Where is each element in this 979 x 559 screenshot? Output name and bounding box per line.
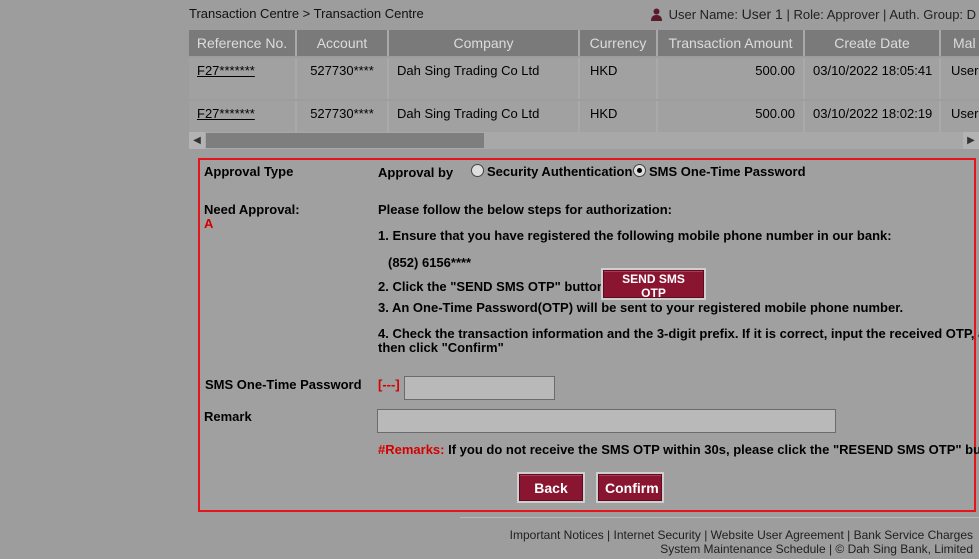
footer-links[interactable]: Important Notices | Internet Security | … <box>510 528 973 542</box>
footer-divider <box>460 517 979 518</box>
company-cell: Dah Sing Trading Co Ltd <box>388 58 580 99</box>
maker-cell: User <box>940 58 979 99</box>
remark-label: Remark <box>204 409 252 424</box>
scroll-right-icon[interactable]: ▶ <box>963 132 979 149</box>
approval-by-label: Approval by <box>378 165 454 180</box>
step-4-line-2: then click "Confirm" <box>378 340 504 355</box>
back-button[interactable]: Back <box>519 474 583 501</box>
need-approval-label: Need Approval: <box>204 202 300 217</box>
transaction-table: Reference No. Account Company Currency T… <box>189 30 979 142</box>
col-header-account[interactable]: Account <box>296 30 389 56</box>
account-cell: 527730**** <box>296 58 389 99</box>
step-4-line-1: 4. Check the transaction information and… <box>378 326 979 341</box>
otp-label: SMS One-Time Password <box>205 377 362 392</box>
role-info: | Role: Approver | Auth. Group: D <box>786 7 977 22</box>
remarks-text: If you do not receive the SMS OTP within… <box>448 442 979 457</box>
approval-panel: Approval Type Approval by Security Authe… <box>198 158 979 512</box>
reference-link[interactable]: F27******* <box>197 63 255 78</box>
col-header-create-date[interactable]: Create Date <box>804 30 941 56</box>
table-header-row: Reference No. Account Company Currency T… <box>189 30 979 56</box>
approval-type-label: Approval Type <box>204 164 294 179</box>
confirm-button[interactable]: Confirm <box>598 474 662 501</box>
user-icon <box>651 8 662 21</box>
radio-selected-icon[interactable] <box>633 164 646 177</box>
step-2: 2. Click the "SEND SMS OTP" button <box>378 279 605 294</box>
radio-circle-icon[interactable] <box>471 164 484 177</box>
remarks-note: #Remarks: If you do not receive the SMS … <box>378 442 979 457</box>
phone-number: (852) 6156**** <box>388 255 472 270</box>
step-3: 3. An One-Time Password(OTP) will be sen… <box>378 300 904 315</box>
step-1: 1. Ensure that you have registered the f… <box>378 228 892 243</box>
otp-input[interactable] <box>404 376 555 400</box>
amount-cell: 500.00 <box>657 58 805 99</box>
date-cell: 03/10/2022 18:05:41 <box>804 58 941 99</box>
radio-security-authentication[interactable]: Security Authentication <box>471 164 632 179</box>
remark-input[interactable] <box>377 409 836 433</box>
col-header-currency[interactable]: Currency <box>579 30 658 56</box>
table-row: F27******* 527730**** Dah Sing Trading C… <box>189 58 979 99</box>
horizontal-scrollbar[interactable]: ◀ ▶ <box>189 132 979 149</box>
remarks-label: #Remarks: <box>378 442 445 457</box>
scroll-left-icon[interactable]: ◀ <box>189 132 205 149</box>
user-info: User Name: User 1 | Role: Approver | Aut… <box>651 6 976 22</box>
need-approval-value: A <box>204 216 214 231</box>
col-header-maker[interactable]: Mal <box>940 30 979 56</box>
col-header-amount[interactable]: Transaction Amount <box>657 30 805 56</box>
user-name-label: User Name: <box>668 7 738 22</box>
col-header-reference[interactable]: Reference No. <box>189 30 297 56</box>
breadcrumb: Transaction Centre > Transaction Centre <box>189 6 424 21</box>
send-sms-otp-button[interactable]: SEND SMS OTP <box>603 270 704 300</box>
steps-intro: Please follow the below steps for author… <box>378 202 672 217</box>
radio-sms-otp[interactable]: SMS One-Time Password <box>633 164 806 179</box>
scrollbar-thumb[interactable] <box>206 133 484 148</box>
currency-cell: HKD <box>579 58 658 99</box>
user-name: User 1 <box>741 6 783 22</box>
col-header-company[interactable]: Company <box>388 30 580 56</box>
footer-links-2[interactable]: System Maintenance Schedule | © Dah Sing… <box>660 542 973 556</box>
otp-prefix: [---] <box>378 377 400 392</box>
reference-link[interactable]: F27******* <box>197 106 255 121</box>
